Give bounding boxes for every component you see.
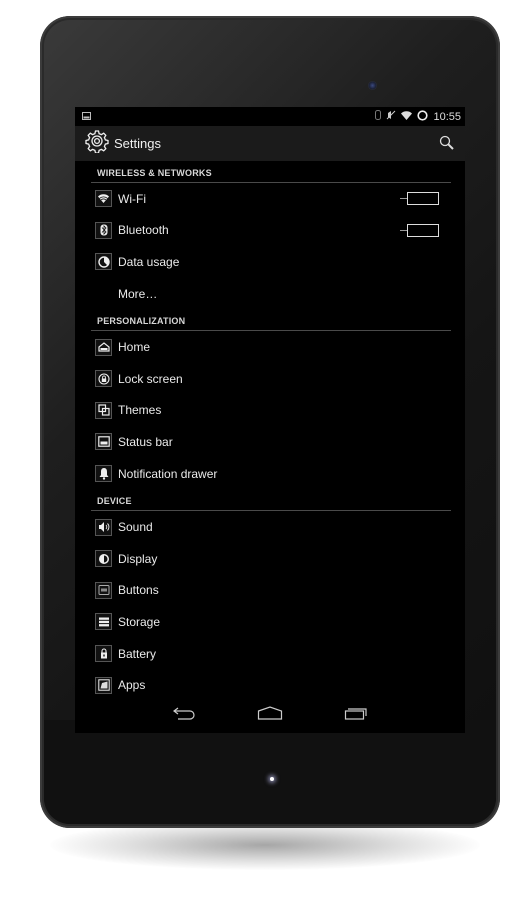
navigation-bar — [75, 693, 465, 733]
setting-item-battery[interactable]: Battery — [75, 638, 465, 670]
setting-item-data-usage[interactable]: Data usage — [75, 246, 465, 278]
setting-item-lock-screen[interactable]: Lock screen — [75, 363, 465, 395]
setting-label: Buttons — [118, 583, 159, 598]
home-icon — [95, 338, 112, 356]
storage-icon — [95, 613, 112, 631]
section-header-personalization: PERSONALIZATION — [97, 316, 186, 327]
clock: 10:55 — [433, 110, 461, 123]
bell-icon — [95, 465, 112, 483]
action-bar: Settings — [75, 126, 465, 161]
bluetooth-toggle[interactable] — [400, 223, 439, 237]
wifi-icon — [401, 110, 413, 123]
blank-icon — [95, 285, 112, 302]
sound-icon — [95, 518, 112, 536]
search-icon[interactable] — [439, 135, 455, 156]
setting-item-status-bar[interactable]: Status bar — [75, 426, 465, 458]
setting-label: Home — [118, 340, 151, 355]
setting-item-home[interactable]: Home — [75, 331, 465, 363]
apps-icon — [95, 676, 112, 694]
section-header-wireless: WIRELESS & NETWORKS — [97, 168, 212, 178]
section-header-device: DEVICE — [97, 496, 132, 507]
notification-led — [270, 777, 274, 781]
setting-item-wifi[interactable]: Wi-Fi — [75, 183, 465, 215]
themes-icon — [95, 401, 112, 419]
status-bar-icon — [95, 433, 112, 451]
setting-label: Battery — [118, 646, 157, 661]
back-icon[interactable] — [169, 702, 199, 724]
setting-label: Notification drawer — [118, 466, 218, 481]
status-bar: 10:55 — [75, 107, 465, 126]
setting-label: Status bar — [118, 434, 173, 449]
setting-item-themes[interactable]: Themes — [75, 395, 465, 427]
setting-label: Bluetooth — [118, 223, 169, 238]
setting-item-bluetooth[interactable]: Bluetooth — [75, 215, 465, 247]
setting-item-storage[interactable]: Storage — [75, 606, 465, 638]
setting-item-buttons[interactable]: Buttons — [75, 575, 465, 607]
data-usage-icon — [95, 253, 112, 271]
wifi-toggle[interactable] — [400, 192, 439, 205]
display-icon — [95, 550, 112, 568]
wifi-icon — [95, 190, 112, 208]
bluetooth-icon — [375, 110, 382, 123]
lock-screen-icon — [95, 370, 112, 388]
battery-icon — [95, 645, 112, 663]
home-nav-icon[interactable] — [255, 702, 285, 724]
setting-label: Storage — [118, 614, 161, 629]
setting-label: Themes — [118, 403, 162, 418]
setting-label: Wi-Fi — [118, 191, 146, 206]
setting-label: Sound — [118, 520, 153, 535]
settings-gear-icon — [85, 129, 109, 158]
setting-label: Lock screen — [118, 371, 183, 386]
image-notification-icon — [82, 111, 91, 123]
setting-item-sound[interactable]: Sound — [75, 511, 465, 543]
buttons-icon — [95, 581, 112, 599]
front-camera — [368, 81, 377, 90]
sync-circle-icon — [417, 109, 429, 124]
setting-label: Display — [118, 551, 158, 566]
mute-icon — [386, 110, 396, 123]
recents-icon[interactable] — [341, 702, 371, 724]
setting-label: More… — [118, 286, 158, 301]
setting-label: Apps — [118, 678, 146, 693]
setting-item-display[interactable]: Display — [75, 543, 465, 575]
page-title: Settings — [114, 136, 161, 151]
bezel-bottom — [44, 720, 496, 824]
setting-label: Data usage — [118, 254, 180, 269]
setting-item-more[interactable]: More… — [75, 278, 465, 310]
setting-item-notification-drawer[interactable]: Notification drawer — [75, 458, 465, 490]
screen: 10:55 Settings WIRELESS & NETWORKS Wi-Fi — [75, 107, 465, 733]
bluetooth-icon — [95, 221, 112, 239]
